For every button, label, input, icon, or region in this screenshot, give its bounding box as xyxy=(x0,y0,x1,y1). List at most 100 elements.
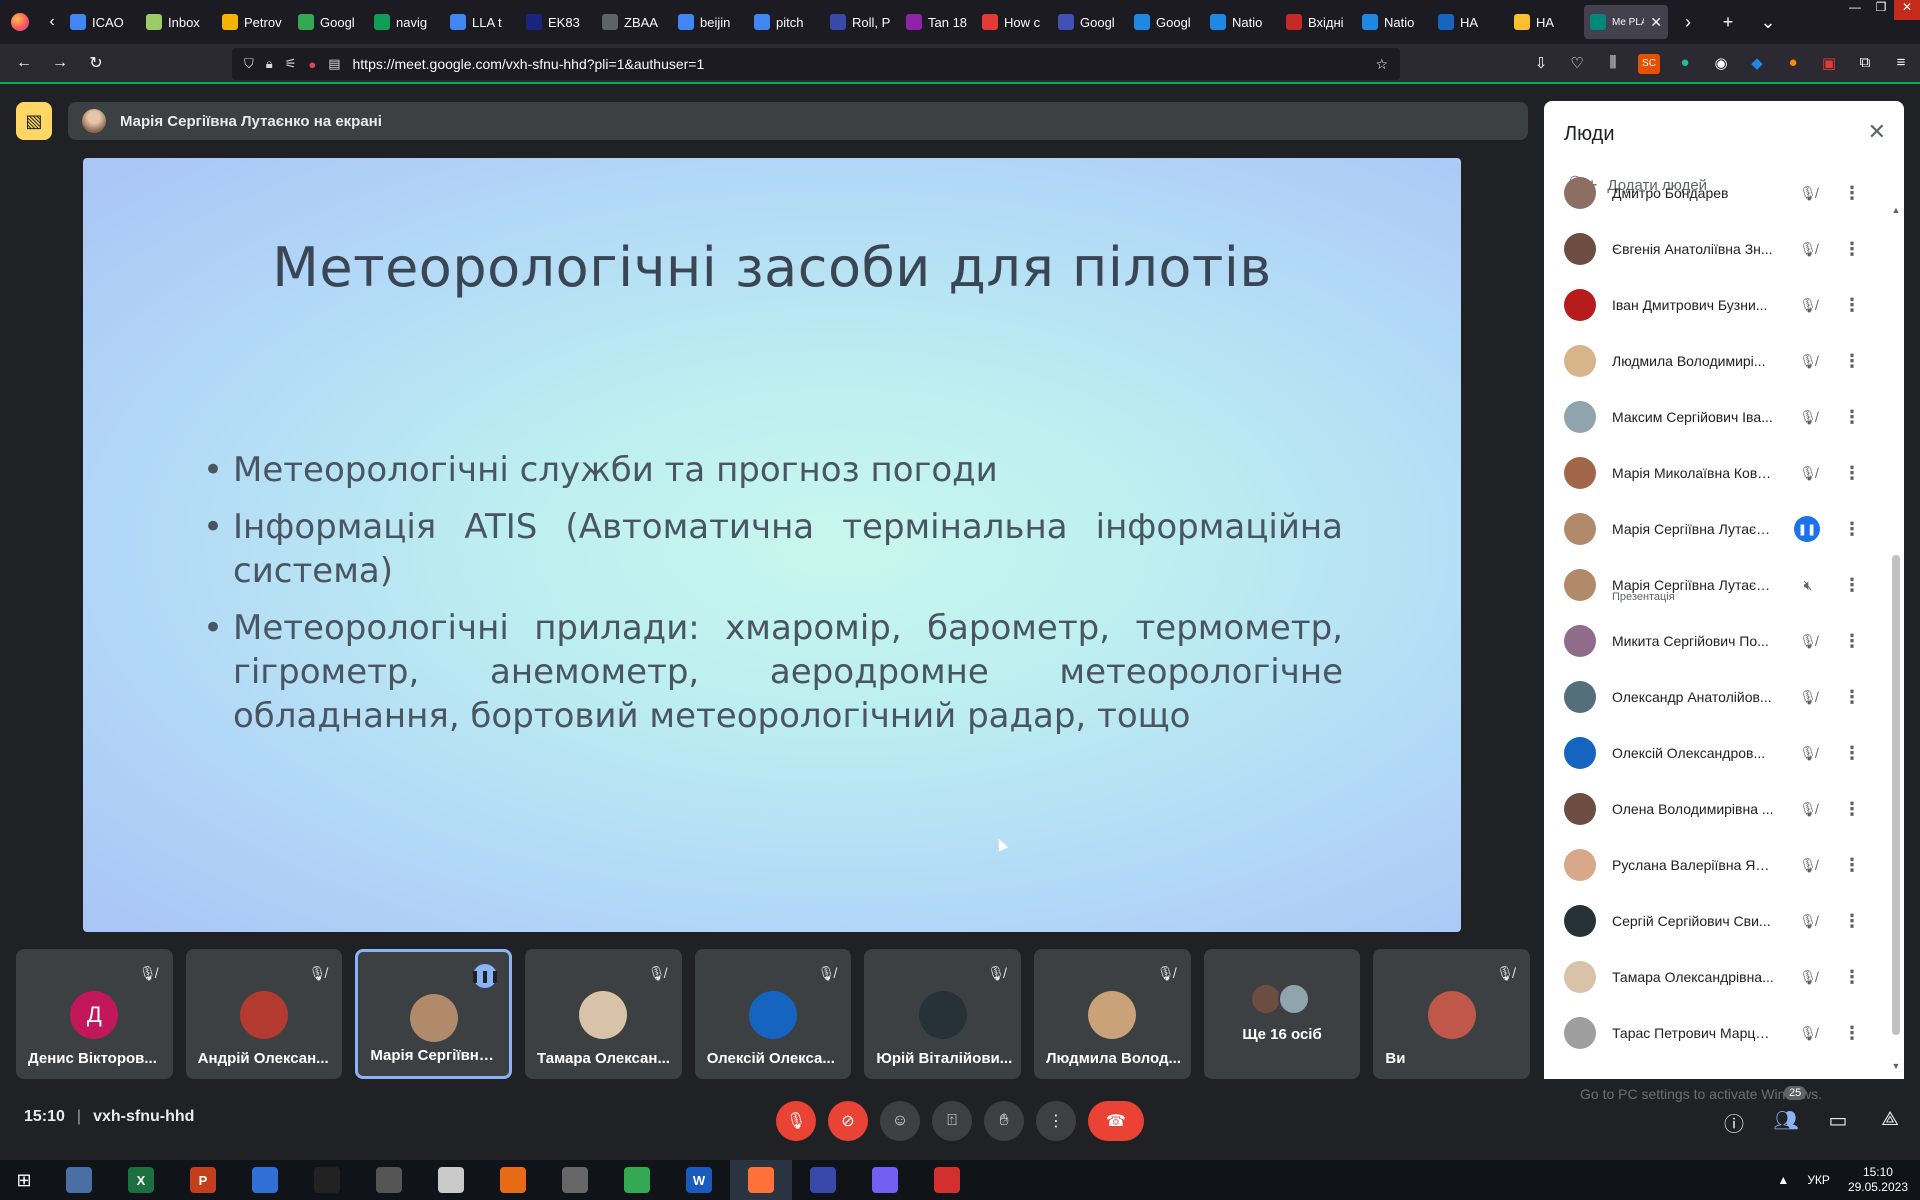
reload-icon[interactable]: ↻ xyxy=(78,53,114,73)
pocket-icon[interactable]: ♡ xyxy=(1566,54,1588,74)
mic-muted-icon[interactable]: 🎙︎̸ xyxy=(1796,297,1820,314)
browser-tab[interactable]: Googl xyxy=(1128,5,1204,39)
activities-icon[interactable]: ⟁ xyxy=(1876,1108,1904,1134)
stop-presenting-button[interactable]: ▧ xyxy=(16,102,52,140)
audio-off-icon[interactable]: 🔇︎ xyxy=(1796,577,1820,594)
taskbar-app-icon[interactable] xyxy=(730,1160,792,1200)
system-clock[interactable]: 15:10 29.05.2023 xyxy=(1848,1165,1908,1195)
people-icon[interactable]: 👥︎ 25 xyxy=(1772,1086,1807,1134)
browser-tab[interactable]: pitch xyxy=(748,5,824,39)
browser-tab[interactable]: Googl xyxy=(292,5,368,39)
scroll-up-icon[interactable]: ▲ xyxy=(1890,205,1902,215)
mic-muted-icon[interactable]: 🎙︎̸ xyxy=(1796,913,1820,930)
back-icon[interactable]: ← xyxy=(6,54,42,72)
forward-icon[interactable]: → xyxy=(42,54,78,72)
more-vert-icon[interactable]: ⋮ xyxy=(1842,631,1862,652)
participant-tile[interactable]: 🎙︎̸ Юрій Віталійови... xyxy=(864,949,1022,1079)
mic-muted-icon[interactable]: 🎙︎̸ xyxy=(1796,745,1820,762)
participant-row[interactable]: Руслана Валеріївна Яр... 🎙︎̸ ⋮ xyxy=(1544,837,1888,893)
self-tile[interactable]: 🎙︎̸ Ви xyxy=(1373,949,1531,1079)
library-icon[interactable]: ⫼ xyxy=(1602,54,1624,74)
tab-scroll-right-icon[interactable]: › xyxy=(1668,12,1708,33)
browser-tab[interactable]: beijin xyxy=(672,5,748,39)
more-vert-icon[interactable]: ⋮ xyxy=(1842,575,1862,596)
scrollbar-thumb[interactable] xyxy=(1892,555,1900,1035)
tray-overflow-icon[interactable]: ▲ xyxy=(1777,1173,1789,1187)
mic-muted-icon[interactable]: 🎙︎̸ xyxy=(1796,689,1820,706)
participant-row[interactable]: Максим Сергійович Іва... 🎙︎̸ ⋮ xyxy=(1544,389,1888,445)
participant-row[interactable]: Сергій Сергійович Сви... 🎙︎̸ ⋮ xyxy=(1544,893,1888,949)
extensions-icon[interactable]: ⧉ xyxy=(1854,54,1876,74)
more-options-button[interactable]: ⋮ xyxy=(1036,1101,1076,1141)
participant-tile[interactable]: 🎙︎̸ Людмила Волод... xyxy=(1034,949,1191,1079)
participant-tile[interactable]: ❚❚❚ Марія Сергіївна ... xyxy=(355,949,513,1079)
browser-tab[interactable]: Roll, P xyxy=(824,5,900,39)
more-vert-icon[interactable]: ⋮ xyxy=(1842,183,1862,204)
leave-call-button[interactable]: ☎︎ xyxy=(1088,1101,1144,1141)
more-vert-icon[interactable]: ⋮ xyxy=(1842,911,1862,932)
url-text[interactable]: https://meet.google.com/vxh-sfnu-hhd?pli… xyxy=(353,56,705,72)
taskbar-app-icon[interactable] xyxy=(544,1160,606,1200)
shield-icon[interactable]: ⛉ xyxy=(244,56,254,72)
browser-tab[interactable]: НА xyxy=(1432,5,1508,39)
minimize-button[interactable]: — xyxy=(1842,0,1868,20)
meeting-code[interactable]: vxh-sfnu-hhd xyxy=(93,1108,194,1126)
mic-muted-icon[interactable]: 🎙︎̸ xyxy=(1796,969,1820,986)
participant-row[interactable]: Олександр Анатолійов... 🎙︎̸ ⋮ xyxy=(1544,669,1888,725)
more-vert-icon[interactable]: ⋮ xyxy=(1842,519,1862,540)
close-panel-icon[interactable]: ✕ xyxy=(1868,119,1886,145)
taskbar-app-icon[interactable] xyxy=(358,1160,420,1200)
participant-row[interactable]: Тамара Олександрівна... 🎙︎̸ ⋮ xyxy=(1544,949,1888,1005)
browser-tab[interactable]: Petrov xyxy=(216,5,292,39)
camera-toggle-button[interactable]: ⊘ xyxy=(828,1101,868,1141)
browser-tab[interactable]: Tan 18 xyxy=(900,5,976,39)
more-vert-icon[interactable]: ⋮ xyxy=(1842,967,1862,988)
participant-row[interactable]: Тарас Петрович Марци... 🎙︎̸ ⋮ xyxy=(1544,1005,1888,1061)
taskbar-app-icon[interactable]: W xyxy=(668,1160,730,1200)
more-vert-icon[interactable]: ⋮ xyxy=(1842,463,1862,484)
taskbar-app-icon[interactable] xyxy=(916,1160,978,1200)
microphone-toggle-button[interactable]: 🎙︎ xyxy=(776,1101,816,1141)
browser-tab[interactable]: How c xyxy=(976,5,1052,39)
list-tabs-icon[interactable]: ⌄ xyxy=(1748,12,1788,33)
present-now-button[interactable]: ⍐ xyxy=(932,1101,972,1141)
window-close-button[interactable]: ✕ xyxy=(1894,0,1920,20)
taskbar-app-icon[interactable] xyxy=(854,1160,916,1200)
mic-muted-icon[interactable]: 🎙︎̸ xyxy=(1796,801,1820,818)
taskbar-app-icon[interactable] xyxy=(48,1160,110,1200)
more-vert-icon[interactable]: ⋮ xyxy=(1842,1023,1862,1044)
scroll-down-icon[interactable]: ▼ xyxy=(1890,1061,1902,1071)
browser-tab[interactable]: Natio xyxy=(1204,5,1280,39)
participant-row[interactable]: Марія Сергіївна Лутаєн... ❚❚ ⋮ xyxy=(1544,501,1888,557)
participant-row[interactable]: Євгенія Анатоліївна Зн... 🎙︎̸ ⋮ xyxy=(1544,221,1888,277)
taskbar-app-icon[interactable] xyxy=(296,1160,358,1200)
browser-tab[interactable]: Googl xyxy=(1052,5,1128,39)
more-vert-icon[interactable]: ⋮ xyxy=(1842,407,1862,428)
lock-icon[interactable]: 🔒︎ xyxy=(266,56,273,72)
taskbar-app-icon[interactable]: X xyxy=(110,1160,172,1200)
address-bar[interactable]: ⛉ 🔒︎ ⚟ ● ▤ https://meet.google.com/vxh-s… xyxy=(232,48,1400,80)
taskbar-app-icon[interactable] xyxy=(482,1160,544,1200)
more-vert-icon[interactable]: ⋮ xyxy=(1842,743,1862,764)
raise-hand-button[interactable]: ✋︎ xyxy=(984,1101,1024,1141)
mic-muted-icon[interactable]: 🎙︎̸ xyxy=(1796,1025,1820,1042)
permissions-icon[interactable]: ⚟ xyxy=(285,56,297,72)
browser-tab-active[interactable]: Me PLA ✕ xyxy=(1584,5,1668,39)
new-tab-button[interactable]: + xyxy=(1708,12,1748,33)
participant-row[interactable]: Людмила Володимирі... 🎙︎̸ ⋮ xyxy=(1544,333,1888,389)
mic-muted-icon[interactable]: 🎙︎̸ xyxy=(1796,633,1820,650)
mic-muted-icon[interactable]: 🎙︎̸ xyxy=(1796,185,1820,202)
more-vert-icon[interactable]: ⋮ xyxy=(1842,799,1862,820)
more-vert-icon[interactable]: ⋮ xyxy=(1842,687,1862,708)
restore-button[interactable]: ❐ xyxy=(1868,0,1894,20)
extension-blue-icon[interactable]: ◆ xyxy=(1746,54,1768,74)
mic-muted-icon[interactable]: 🎙︎̸ xyxy=(1796,465,1820,482)
participant-tile[interactable]: 🎙︎̸ Тамара Олексан... xyxy=(525,949,682,1079)
more-vert-icon[interactable]: ⋮ xyxy=(1842,239,1862,260)
participant-row[interactable]: Марія Сергіївна Лутаєн... Презентація 🔇︎ ⋮ xyxy=(1544,557,1888,613)
meeting-details-icon[interactable]: ⓘ xyxy=(1720,1108,1748,1136)
taskbar-app-icon[interactable] xyxy=(234,1160,296,1200)
extension-grammarly-icon[interactable]: ● xyxy=(1674,54,1696,74)
taskbar-app-icon[interactable]: P xyxy=(172,1160,234,1200)
tab-scroll-left-icon[interactable]: ‹ xyxy=(40,13,64,31)
